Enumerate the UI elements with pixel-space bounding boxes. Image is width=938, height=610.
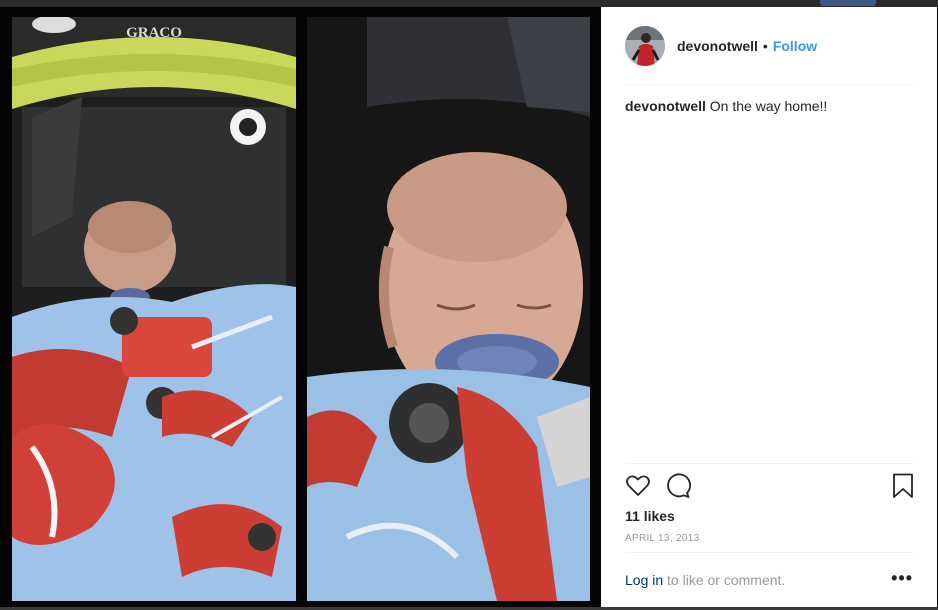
comment-icon[interactable] [665,473,691,499]
photo-right-scene [307,17,590,601]
post-footer: Log in to like or comment. ••• [625,568,913,588]
post-date[interactable]: APRIL 13, 2013 [625,533,699,544]
actions-divider [625,463,913,464]
more-options-icon[interactable]: ••• [891,568,913,589]
caption-text: On the way home!! [709,98,828,114]
post-header: devonotwell • Follow [601,7,937,84]
login-link[interactable]: Log in [625,572,663,588]
photo-right [307,17,590,601]
photo-left: GRACO [12,17,296,601]
top-blue-button[interactable] [820,0,876,6]
action-bar [625,473,913,501]
post-image: GRACO [0,7,601,607]
caption-username[interactable]: devonotwell [625,98,706,114]
post-caption: devonotwell On the way home!! [625,98,913,114]
post-modal: GRACO devonotwell • Follow devonotwell O… [0,7,938,607]
heart-icon[interactable] [625,473,651,499]
avatar-image [625,26,665,66]
likes-count[interactable]: 11 likes [625,508,675,524]
bookmark-icon[interactable] [891,473,917,499]
username-link[interactable]: devonotwell [677,38,758,54]
browser-top-strip [0,0,938,7]
header-divider [625,84,913,85]
avatar[interactable] [625,26,665,66]
post-side-panel: devonotwell • Follow devonotwell On the wa… [601,7,937,607]
photo-left-scene: GRACO [12,17,296,601]
follow-button[interactable]: Follow [773,38,817,54]
footer-divider [625,552,913,553]
separator-dot: • [762,38,768,54]
login-suffix: to like or comment. [667,572,786,588]
seat-brand-text: GRACO [126,25,182,41]
header-text: devonotwell • Follow [677,38,817,54]
